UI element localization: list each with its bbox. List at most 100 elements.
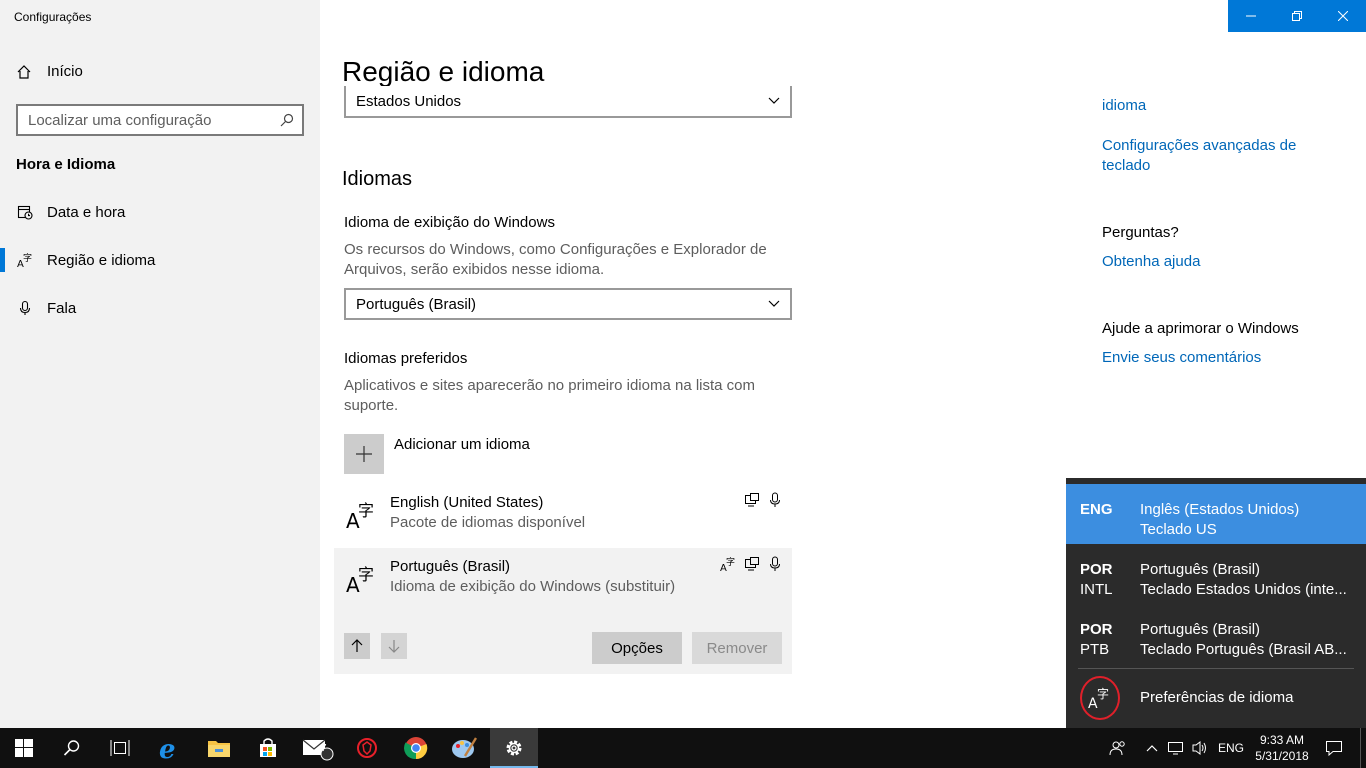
- minimize-icon: [1246, 15, 1256, 17]
- handwriting-display-icon: [744, 556, 760, 577]
- svg-text:e: e: [159, 735, 176, 761]
- chevron-up-icon: [1146, 745, 1158, 752]
- language-item-portuguese[interactable]: A字 Português (Brasil) Idioma de exibição…: [334, 548, 792, 674]
- language-settings-link[interactable]: idioma: [1102, 96, 1146, 116]
- clock-date: 5/31/2018: [1255, 749, 1309, 763]
- input-language-indicator[interactable]: ENG: [1214, 728, 1248, 768]
- store-icon: [260, 738, 276, 757]
- language-name: Português (Brasil): [1140, 621, 1261, 638]
- security-app-button[interactable]: [343, 728, 391, 768]
- flyout-item-eng-us[interactable]: ENG Inglês (Estados Unidos) Teclado US: [1066, 484, 1366, 544]
- get-help-link[interactable]: Obtenha ajuda: [1102, 252, 1200, 272]
- restore-button[interactable]: [1274, 0, 1320, 32]
- language-preferences-label: Preferências de idioma: [1140, 689, 1294, 706]
- move-up-button[interactable]: [344, 633, 370, 659]
- language-status: Pacote de idiomas disponível: [390, 514, 586, 531]
- people-button[interactable]: [1104, 728, 1132, 768]
- windows-logo-icon: [15, 739, 33, 757]
- display-language-dropdown[interactable]: Português (Brasil): [344, 288, 792, 320]
- sidebar-item-region-language[interactable]: A字 Região e idioma: [0, 240, 320, 280]
- remove-button[interactable]: Remover: [692, 632, 782, 664]
- move-down-button[interactable]: [381, 633, 407, 659]
- microphone-icon: [16, 300, 34, 316]
- file-explorer-button[interactable]: [195, 728, 243, 768]
- taskbar: e 7 ENG 9:33 AM 5/31/2018: [0, 728, 1366, 768]
- country-dropdown[interactable]: Estados Unidos: [344, 86, 792, 118]
- preferred-languages-description: Aplicativos e sites aparecerão no primei…: [344, 377, 756, 414]
- start-button[interactable]: [0, 728, 48, 768]
- mail-badge: 7: [321, 743, 327, 754]
- language-icon: A字: [16, 252, 34, 268]
- language-name: English (United States): [390, 494, 544, 511]
- shield-icon: [357, 738, 377, 758]
- window-title: Configurações: [14, 10, 92, 24]
- sidebar-item-label: Data e hora: [47, 203, 126, 221]
- language-code: ENG: [1080, 501, 1113, 518]
- language-code: POR: [1080, 561, 1113, 578]
- keyboard-name: Teclado Estados Unidos (inte...: [1140, 581, 1347, 598]
- sidebar-item-date-time[interactable]: Data e hora: [0, 192, 320, 232]
- keyboard-name: Teclado US: [1140, 521, 1217, 538]
- mail-button[interactable]: 7: [294, 728, 342, 768]
- clock-time: 9:33 AM: [1259, 733, 1305, 747]
- clock[interactable]: 9:33 AM 5/31/2018: [1252, 732, 1312, 764]
- internet-explorer-icon: e: [159, 735, 176, 761]
- improve-heading: Ajude a aprimorar o Windows: [1102, 320, 1299, 337]
- flyout-item-por-ptb[interactable]: POR PTB Português (Brasil) Teclado Portu…: [1066, 604, 1366, 664]
- svg-text:字: 字: [1097, 686, 1109, 701]
- language-item-english[interactable]: A字 English (United States) Pacote de idi…: [334, 484, 792, 544]
- keyboard-code: INTL: [1080, 581, 1113, 598]
- task-view-button[interactable]: [96, 728, 144, 768]
- search-button[interactable]: [48, 728, 96, 768]
- arrow-down-icon: [388, 640, 400, 653]
- sidebar-item-speech[interactable]: Fala: [0, 288, 320, 328]
- edge-app-button[interactable]: e: [146, 728, 194, 768]
- restore-icon: [1292, 11, 1302, 21]
- show-desktop-divider: [1360, 728, 1361, 768]
- sidebar: Configurações Início Hora e Idioma Data …: [0, 0, 320, 728]
- input-language-flyout: ENG Inglês (Estados Unidos) Teclado US P…: [1066, 478, 1366, 728]
- settings-app-button[interactable]: [490, 728, 538, 768]
- folder-icon: [208, 741, 230, 757]
- language-status: Idioma de exibição do Windows (substitui…: [390, 578, 676, 595]
- svg-text:字: 字: [358, 501, 374, 520]
- add-language-button[interactable]: Adicionar um idioma: [344, 434, 530, 474]
- feedback-link[interactable]: Envie seus comentários: [1102, 348, 1261, 368]
- language-preferences-link[interactable]: A字 Preferências de idioma: [1066, 674, 1366, 724]
- show-hidden-icons-button[interactable]: [1142, 728, 1162, 768]
- paint-app-button[interactable]: [440, 728, 488, 768]
- microphone-icon: [768, 556, 782, 577]
- section-title: Hora e Idioma: [16, 156, 116, 173]
- arrow-up-icon: [351, 639, 363, 652]
- minimize-button[interactable]: [1228, 0, 1274, 32]
- svg-text:字: 字: [23, 252, 32, 264]
- advanced-keyboard-link[interactable]: Configurações avançadas de teclado: [1102, 136, 1322, 176]
- store-button[interactable]: [244, 728, 292, 768]
- language-name: Português (Brasil): [390, 558, 511, 575]
- questions-heading: Perguntas?: [1102, 224, 1179, 241]
- sidebar-item-label: Fala: [47, 299, 77, 317]
- language-icon: A字: [346, 562, 378, 599]
- preferred-languages-label: Idiomas preferidos: [344, 350, 468, 367]
- options-button[interactable]: Opções: [592, 632, 682, 664]
- flyout-item-por-intl[interactable]: POR INTL Português (Brasil) Teclado Esta…: [1066, 544, 1366, 604]
- chrome-button[interactable]: [392, 728, 440, 768]
- languages-heading: Idiomas: [342, 168, 413, 190]
- language-features: [744, 492, 782, 513]
- search-icon[interactable]: [280, 113, 294, 127]
- language-name: Inglês (Estados Unidos): [1140, 501, 1300, 518]
- home-link[interactable]: Início: [16, 63, 83, 80]
- display-language-label: Idioma de exibição do Windows: [344, 214, 555, 231]
- task-view-icon: [110, 740, 130, 756]
- home-label: Início: [47, 63, 83, 80]
- volume-button[interactable]: [1188, 728, 1212, 768]
- action-center-button[interactable]: [1318, 728, 1350, 768]
- search-input[interactable]: [28, 111, 280, 129]
- close-button[interactable]: [1320, 0, 1366, 32]
- network-button[interactable]: [1164, 728, 1188, 768]
- add-language-label: Adicionar um idioma: [394, 436, 530, 453]
- search-box[interactable]: [16, 104, 304, 136]
- chrome-icon: [404, 737, 428, 760]
- handwriting-display-icon: [744, 492, 760, 513]
- display-language-description: Os recursos do Windows, como Configuraçõ…: [344, 241, 767, 278]
